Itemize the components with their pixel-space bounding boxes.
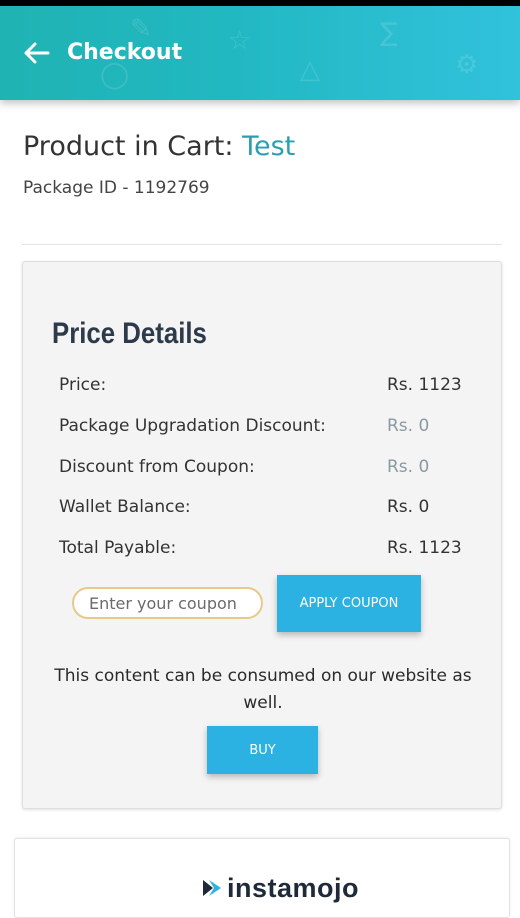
price-label: Price: — [59, 375, 107, 395]
wallet-balance-label: Wallet Balance: — [59, 497, 191, 517]
price-value: Rs. 1123 — [387, 375, 462, 395]
price-details-title: Price Details — [52, 317, 207, 350]
instamojo-logo: instamojo — [201, 873, 359, 903]
price-details-card: Price Details Price: Rs. 1123 Package Up… — [22, 261, 502, 809]
website-note: This content can be consumed on our webs… — [54, 666, 472, 713]
doodle-decoration: ∑ — [380, 18, 398, 48]
product-title: Product in Cart: Test — [23, 131, 295, 162]
upgradation-discount-value: Rs. 0 — [387, 416, 430, 436]
page-title: Checkout — [67, 40, 183, 65]
status-bar — [0, 0, 520, 6]
coupon-discount-row: Discount from Coupon: Rs. 0 — [59, 457, 479, 481]
app-header: ✎ ☆ △ ∑ ⚙ ◯ Checkout — [0, 0, 520, 100]
coupon-discount-value: Rs. 0 — [387, 457, 430, 477]
wallet-balance-row: Wallet Balance: Rs. 0 — [59, 497, 479, 521]
doodle-decoration: ☆ — [228, 26, 252, 56]
wallet-balance-value: Rs. 0 — [387, 497, 430, 517]
total-payable-row: Total Payable: Rs. 1123 — [59, 538, 479, 562]
total-payable-value: Rs. 1123 — [387, 538, 462, 558]
apply-coupon-button[interactable]: APPLY COUPON — [277, 575, 421, 632]
divider — [22, 244, 502, 245]
total-payable-label: Total Payable: — [59, 538, 177, 558]
coupon-discount-label: Discount from Coupon: — [59, 457, 255, 477]
upgradation-discount-label: Package Upgradation Discount: — [59, 416, 326, 436]
back-button[interactable] — [22, 38, 52, 68]
upgradation-discount-row: Package Upgradation Discount: Rs. 0 — [59, 416, 479, 440]
product-title-prefix: Product in Cart: — [23, 131, 243, 162]
buy-button[interactable]: BUY — [207, 726, 318, 774]
doodle-decoration: △ — [300, 55, 320, 85]
payment-provider-card: instamojo — [14, 838, 510, 918]
coupon-input[interactable] — [72, 587, 263, 619]
package-id: Package ID - 1192769 — [23, 178, 210, 198]
doodle-decoration: ⚙ — [455, 50, 479, 80]
price-row: Price: Rs. 1123 — [59, 375, 479, 399]
arrow-left-icon — [24, 42, 50, 64]
product-name: Test — [242, 131, 296, 162]
instamojo-logo-text: instamojo — [227, 872, 360, 903]
instamojo-logo-icon — [203, 880, 221, 896]
